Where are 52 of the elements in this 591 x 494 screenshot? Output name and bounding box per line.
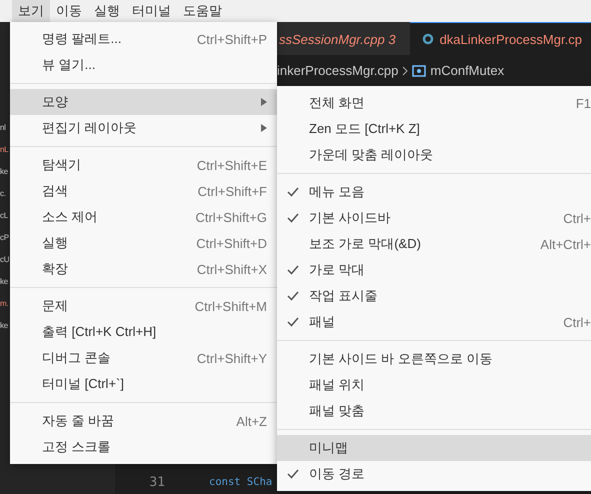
file-name-fragment[interactable]: m. bbox=[0, 296, 8, 312]
menu-item[interactable]: 소스 제어 Ctrl+Shift+G bbox=[10, 204, 277, 230]
file-name-fragment[interactable]: ke bbox=[0, 318, 8, 334]
menu-item[interactable]: 기본 사이드바 Ctrl+ bbox=[277, 205, 591, 231]
code-line: const SCha bbox=[209, 476, 272, 488]
menu-item[interactable]: 미니맵 bbox=[277, 435, 591, 461]
file-name-fragment[interactable]: cU bbox=[0, 252, 10, 268]
menu-item[interactable]: 기본 사이드 바 오른쪽으로 이동 bbox=[277, 346, 591, 372]
menubar-item[interactable]: 실행 bbox=[88, 0, 126, 22]
menubar-item[interactable]: 이동 bbox=[50, 0, 88, 22]
file-name-fragment[interactable]: ke bbox=[0, 164, 8, 180]
menu-item[interactable]: 터미널 [Ctrl+`] bbox=[10, 371, 277, 397]
menu-item[interactable]: 문제 Ctrl+Shift+M bbox=[10, 293, 277, 319]
file-name-fragment[interactable]: nL bbox=[0, 142, 8, 158]
menu-item[interactable]: 편집기 레이아웃 bbox=[10, 115, 277, 141]
menu-item[interactable]: 작업 표시줄 bbox=[277, 283, 591, 309]
menubar-item[interactable]: 도움말 bbox=[177, 0, 228, 22]
file-name-fragment[interactable]: nl bbox=[0, 120, 6, 136]
menu-item[interactable]: 가운데 맞춤 레이아웃 bbox=[277, 142, 591, 168]
file-name-fragment[interactable]: cL bbox=[0, 208, 8, 224]
menubar-item[interactable]: 터미널 bbox=[126, 0, 177, 22]
menu-item[interactable]: 패널 맞춤 bbox=[277, 398, 591, 424]
menu-item[interactable]: 패널 Ctrl+ bbox=[277, 309, 591, 335]
file-name-fragment[interactable]: c. bbox=[0, 186, 6, 202]
menu-item[interactable]: 디버그 콘솔 Ctrl+Shift+Y bbox=[10, 345, 277, 371]
menu-item[interactable]: 명령 팔레트... Ctrl+Shift+P bbox=[10, 26, 277, 52]
menu-item[interactable]: 자동 줄 바꿈 Alt+Z bbox=[10, 408, 277, 434]
menu-item[interactable]: 확장 Ctrl+Shift+X bbox=[10, 256, 277, 282]
menubar-item[interactable]: 보기 bbox=[12, 0, 50, 22]
menu-item[interactable]: 전체 화면 F1 bbox=[277, 90, 591, 116]
menu-item[interactable]: 이동 경로 bbox=[277, 461, 591, 487]
file-name-fragment[interactable]: ke bbox=[0, 274, 8, 290]
menu-item[interactable]: 보조 가로 막대(&D) Alt+Ctrl+ bbox=[277, 231, 591, 257]
menu-item[interactable]: Zen 모드 [Ctrl+K Z] bbox=[277, 116, 591, 142]
line-number: 31 bbox=[148, 474, 166, 490]
chevron-icon bbox=[402, 66, 408, 76]
editor-tab[interactable]: dkaLinkerProcessMgr.cp bbox=[410, 22, 591, 55]
file-name-fragment[interactable]: cP bbox=[0, 230, 9, 246]
menu-item[interactable]: 메뉴 모음 bbox=[277, 179, 591, 205]
field-icon bbox=[412, 64, 426, 76]
menu-item[interactable]: 패널 위치 bbox=[277, 372, 591, 398]
menu-item[interactable]: 검색 Ctrl+Shift+F bbox=[10, 178, 277, 204]
menu-item[interactable]: 출력 [Ctrl+K Ctrl+H] bbox=[10, 319, 277, 345]
breadcrumb-item[interactable]: inkerProcessMgr.cpp bbox=[277, 63, 398, 78]
menu-item[interactable]: 실행 Ctrl+Shift+D bbox=[10, 230, 277, 256]
menu-item[interactable]: 탐색기 Ctrl+Shift+E bbox=[10, 152, 277, 178]
breadcrumb-item[interactable]: mConfMutex bbox=[430, 63, 504, 78]
editor-tab[interactable]: ssSessionMgr.cpp 3 bbox=[277, 22, 410, 55]
menu-item[interactable]: 모양 bbox=[10, 89, 277, 115]
menu-item[interactable]: 고정 스크롤 bbox=[10, 434, 277, 460]
menu-item[interactable]: 가로 막대 bbox=[277, 257, 591, 283]
menu-item[interactable]: 뷰 열기... bbox=[10, 52, 277, 78]
